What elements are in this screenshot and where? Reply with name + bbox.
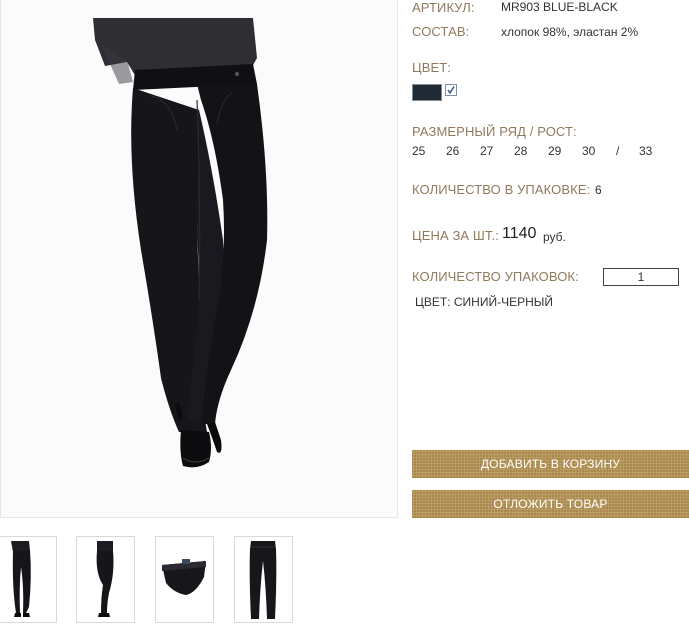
article-value: MR903 BLUE-BLACK <box>501 0 618 14</box>
size-option[interactable]: 26 <box>446 144 459 158</box>
pack-qty-label: КОЛИЧЕСТВО В УПАКОВКЕ: <box>412 182 591 197</box>
article-label: АРТИКУЛ: <box>412 0 475 15</box>
price-label: ЦЕНА ЗА ШТ.: <box>412 228 499 243</box>
main-product-image[interactable] <box>0 0 398 518</box>
size-option[interactable]: 30 <box>582 144 595 158</box>
color-swatch[interactable] <box>412 84 442 101</box>
color-name-text: ЦВЕТ: СИНИЙ-ЧЕРНЫЙ <box>415 295 554 309</box>
color-swatch-checkbox[interactable] <box>445 84 457 96</box>
composition-value: хлопок 98%, эластан 2% <box>501 25 639 39</box>
color-label: ЦВЕТ: <box>412 60 452 75</box>
jeans-fold-thumbnail-icon <box>162 559 206 595</box>
price-value: 1140 <box>502 225 537 242</box>
size-option[interactable]: 33 <box>639 144 652 158</box>
checkmark-icon <box>447 86 455 95</box>
jeans-front-thumbnail-icon <box>11 541 31 617</box>
jeans-model-illustration <box>1 0 397 517</box>
size-option[interactable]: 28 <box>514 144 527 158</box>
thumbnail-fabric-detail[interactable] <box>155 536 214 623</box>
thumbnail-side-view[interactable] <box>76 536 135 623</box>
thumbnail-flat-view[interactable] <box>234 536 293 623</box>
size-option[interactable]: 25 <box>412 144 425 158</box>
jeans-flat-thumbnail-icon <box>249 541 277 619</box>
size-option[interactable]: 27 <box>480 144 493 158</box>
packs-label: КОЛИЧЕСТВО УПАКОВОК: <box>412 269 579 284</box>
postpone-item-button[interactable]: ОТЛОЖИТЬ ТОВАР <box>412 490 689 518</box>
size-separator: / <box>616 144 620 158</box>
jeans-side-thumbnail-icon <box>96 541 114 617</box>
add-to-cart-button[interactable]: ДОБАВИТЬ В КОРЗИНУ <box>412 450 689 478</box>
product-page: АРТИКУЛ: MR903 BLUE-BLACK СОСТАВ: хлопок… <box>0 0 689 625</box>
product-details: АРТИКУЛ: MR903 BLUE-BLACK СОСТАВ: хлопок… <box>412 0 689 625</box>
thumbnail-front-view[interactable] <box>0 536 57 623</box>
pack-qty-value: 6 <box>595 183 602 197</box>
packs-quantity-input[interactable] <box>603 268 679 286</box>
sizes-label: РАЗМЕРНЫЙ РЯД / РОСТ: <box>412 124 577 139</box>
price-currency: руб. <box>543 230 566 244</box>
composition-label: СОСТАВ: <box>412 24 470 39</box>
size-option[interactable]: 29 <box>548 144 561 158</box>
